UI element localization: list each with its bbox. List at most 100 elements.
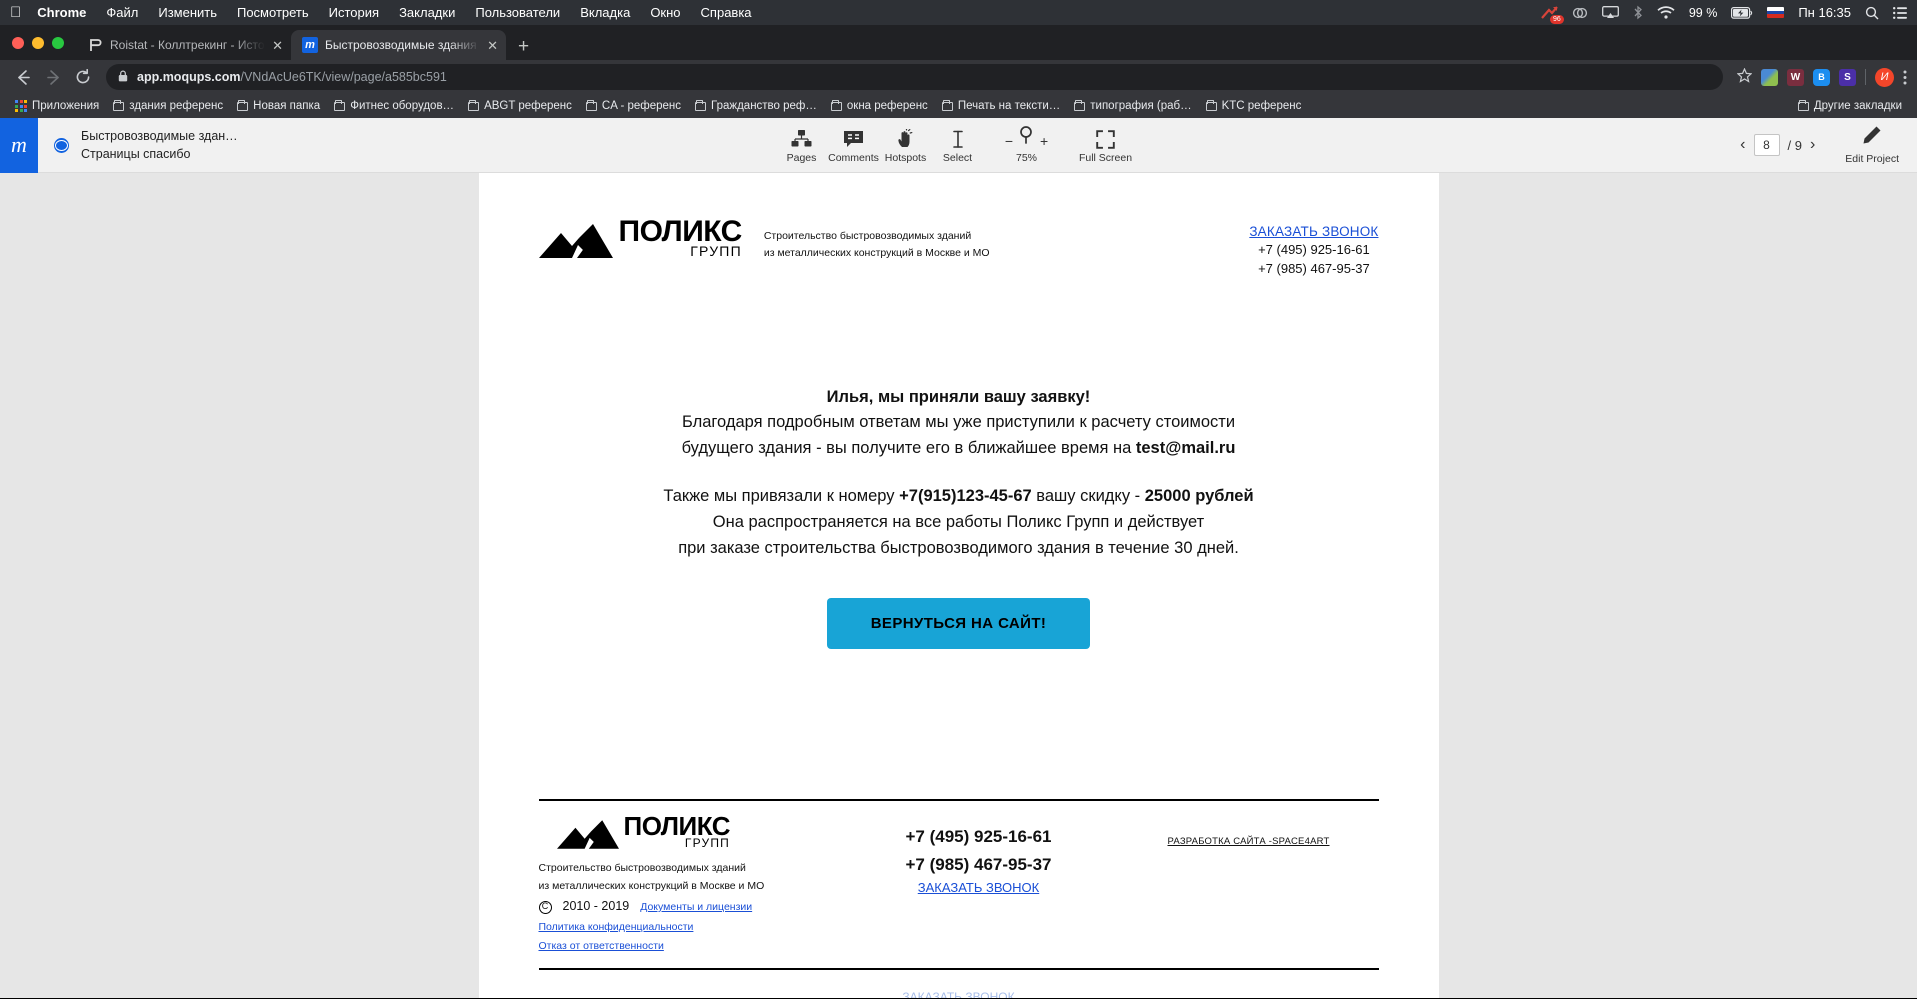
menu-item-bookmarks[interactable]: Закладки xyxy=(399,5,455,20)
tool-hotspots[interactable]: Hotspots xyxy=(880,127,932,164)
documents-license-link[interactable]: Документы и лицензии xyxy=(640,898,752,916)
menu-item-help[interactable]: Справка xyxy=(701,5,752,20)
zoom-out-button[interactable]: − xyxy=(1005,133,1013,149)
notification-badge: 96 xyxy=(1550,14,1564,24)
forward-button[interactable] xyxy=(40,64,66,90)
tagline-line-2: из металлических конструкций в Москве и … xyxy=(763,247,990,260)
bookmark-folder-3[interactable]: Фитнес оборудов… xyxy=(327,98,461,114)
folder-icon xyxy=(1797,99,1809,111)
moqups-canvas[interactable]: ПОЛИКС ГРУПП Строительство быстровозводи… xyxy=(0,173,1917,998)
tool-comments[interactable]: Comments xyxy=(828,127,880,164)
photoshop-ext-icon[interactable] xyxy=(1761,68,1778,86)
folder-icon xyxy=(237,99,249,111)
next-page-button[interactable]: › xyxy=(1810,136,1815,154)
creative-cloud-icon[interactable] xyxy=(1572,5,1588,21)
bookmark-folder-5[interactable]: CA - референс xyxy=(579,98,688,114)
bookmark-folder-4[interactable]: ABGT референс xyxy=(461,98,579,114)
bookmark-apps[interactable]: Приложения xyxy=(8,98,106,114)
bookmark-folder-1[interactable]: здания референс xyxy=(106,98,230,114)
bookmark-label: типография (раб… xyxy=(1090,100,1192,112)
close-window-button[interactable] xyxy=(12,36,24,49)
bookmark-other[interactable]: Другие закладки xyxy=(1791,98,1909,114)
tool-pages[interactable]: Pages xyxy=(776,127,828,164)
moqups-logo[interactable]: m xyxy=(0,117,38,173)
return-to-site-button[interactable]: ВЕРНУТЬСЯ НА САЙТ! xyxy=(826,598,1091,650)
s-ext-icon[interactable]: S xyxy=(1839,68,1856,86)
maximize-window-button[interactable] xyxy=(52,36,64,49)
flag-icon[interactable] xyxy=(1767,7,1785,18)
control-center-icon[interactable] xyxy=(1893,6,1907,19)
folder-icon xyxy=(1205,99,1217,111)
reload-button[interactable] xyxy=(70,64,96,90)
footer-logo[interactable]: ПОЛИКС ГРУПП xyxy=(539,813,839,849)
browser-tab-moqups[interactable]: m Быстровозводимые здания (П ✕ xyxy=(291,30,506,60)
below-fold-content-hint: ЗАКАЗАТЬ ЗВОНОК xyxy=(902,990,1015,998)
bitly-ext-icon[interactable]: B xyxy=(1813,68,1830,86)
bookmark-star-icon[interactable] xyxy=(1736,67,1753,86)
prev-page-button[interactable]: ‹ xyxy=(1740,136,1745,154)
profile-avatar[interactable]: И xyxy=(1875,67,1894,87)
header-phone-1[interactable]: +7 (495) 925-16-61 xyxy=(1249,241,1378,260)
bluetooth-icon[interactable] xyxy=(1633,5,1643,20)
tab-close-icon[interactable]: ✕ xyxy=(272,39,283,52)
back-button[interactable] xyxy=(10,64,36,90)
tool-label: Select xyxy=(942,151,973,164)
apple-icon[interactable]:  xyxy=(10,5,21,20)
site-logo[interactable]: ПОЛИКС ГРУПП xyxy=(538,217,742,259)
wifi-icon[interactable] xyxy=(1657,6,1675,19)
new-tab-button[interactable]: + xyxy=(506,37,541,60)
footer-order-call-link[interactable]: ЗАКАЗАТЬ ЗВОНОК xyxy=(918,880,1040,895)
w-ext-icon[interactable]: W xyxy=(1787,68,1804,86)
page-navigator: ‹ 8 / 9 › xyxy=(1740,134,1815,156)
magnifier-icon xyxy=(1018,125,1035,149)
moqups-tool-group: Pages Comments Hotspots Select − + 75% F… xyxy=(776,125,1142,164)
user-phone: +7(915)123-45-67 xyxy=(899,487,1032,506)
toolbar-divider xyxy=(1865,69,1866,85)
footer-contacts-column: +7 (495) 925-16-61 +7 (985) 467-95-37 ЗА… xyxy=(839,815,1119,955)
menu-item-edit[interactable]: Изменить xyxy=(158,5,217,20)
menu-item-view[interactable]: Посмотреть xyxy=(237,5,309,20)
menu-item-chrome[interactable]: Chrome xyxy=(37,5,86,20)
comments-icon xyxy=(843,127,864,149)
menu-item-history[interactable]: История xyxy=(329,5,379,20)
pencil-icon xyxy=(1862,125,1882,150)
menu-item-window[interactable]: Окно xyxy=(650,5,680,20)
airplay-icon[interactable] xyxy=(1601,6,1619,19)
menu-item-file[interactable]: Файл xyxy=(106,5,138,20)
clock-datetime[interactable]: Пн 16:35 xyxy=(1798,5,1851,20)
privacy-policy-link[interactable]: Политика конфиденциальности xyxy=(539,918,694,936)
tool-zoom[interactable]: − + 75% xyxy=(984,125,1070,164)
edit-project-label: Edit Project xyxy=(1845,153,1899,165)
tool-fullscreen[interactable]: Full Screen xyxy=(1070,127,1142,164)
bookmark-folder-2[interactable]: Новая папка xyxy=(230,98,327,114)
disclaimer-link[interactable]: Отказ от ответственности xyxy=(539,937,664,955)
edit-project-button[interactable]: Edit Project xyxy=(1845,125,1899,165)
bookmark-folder-7[interactable]: окна референс xyxy=(824,98,935,114)
tab-close-icon[interactable]: ✕ xyxy=(487,39,498,52)
menu-item-tab[interactable]: Вкладка xyxy=(580,5,630,20)
zoom-in-button[interactable]: + xyxy=(1040,133,1048,149)
address-bar[interactable]: app.moqups.com/VNdAcUe6TK/view/page/a585… xyxy=(106,64,1723,90)
footer-phone-2[interactable]: +7 (985) 467-95-37 xyxy=(839,851,1119,879)
battery-charging-icon[interactable] xyxy=(1731,6,1753,19)
order-call-link[interactable]: ЗАКАЗАТЬ ЗВОНОК xyxy=(1249,224,1378,239)
menu-item-people[interactable]: Пользователи xyxy=(475,5,560,20)
footer-phone-1[interactable]: +7 (495) 925-16-61 xyxy=(839,823,1119,851)
current-page-input[interactable]: 8 xyxy=(1753,134,1780,156)
bookmark-folder-10[interactable]: KTC референс xyxy=(1199,98,1309,114)
select-cursor-icon xyxy=(951,127,965,149)
header-phone-2[interactable]: +7 (985) 467-95-37 xyxy=(1249,260,1378,279)
bookmark-folder-8[interactable]: Печать на тексти… xyxy=(935,98,1067,114)
tool-select[interactable]: Select xyxy=(932,127,984,164)
site-footer: ПОЛИКС ГРУПП Строительство быстровозводи… xyxy=(538,799,1379,998)
globe-icon[interactable] xyxy=(54,137,69,153)
bookmark-folder-6[interactable]: Гражданство реф… xyxy=(688,98,824,114)
kebab-menu-icon[interactable] xyxy=(1903,70,1907,85)
bookmark-folder-9[interactable]: типография (раб… xyxy=(1067,98,1198,114)
developer-credit-link[interactable]: РАЗРАБОТКА САЙТА -SPACE4ART xyxy=(1168,836,1330,847)
spotlight-search-icon[interactable] xyxy=(1865,6,1879,20)
mockup-page: ПОЛИКС ГРУПП Строительство быстровозводи… xyxy=(478,173,1439,998)
minimize-window-button[interactable] xyxy=(32,36,44,49)
roistat-icon[interactable]: 96 xyxy=(1541,5,1564,24)
browser-tab-roistat[interactable]: Roistat - Коллтрекинг - Истор ✕ xyxy=(76,30,291,60)
